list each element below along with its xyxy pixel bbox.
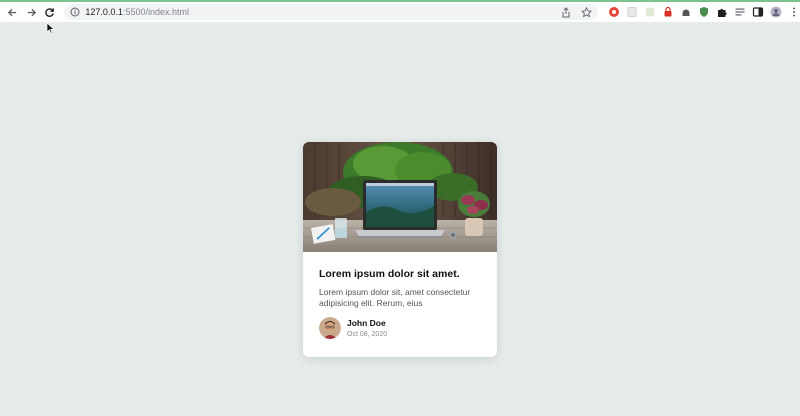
profile-avatar-icon[interactable] xyxy=(770,6,782,18)
side-panel-icon[interactable] xyxy=(752,6,764,18)
blog-card[interactable]: Lorem ipsum dolor sit amet. Lorem ipsum … xyxy=(303,142,497,357)
card-description: Lorem ipsum dolor sit, amet consectetur … xyxy=(319,287,471,308)
share-icon[interactable] xyxy=(560,5,572,19)
browser-toolbar: 127.0.0.1:5500/index.html xyxy=(0,0,800,22)
forward-arrow-icon[interactable] xyxy=(23,3,40,21)
card-image-laptop-on-desk xyxy=(303,142,497,252)
card-body: Lorem ipsum dolor sit amet. Lorem ipsum … xyxy=(303,252,497,339)
menu-dots-icon[interactable] xyxy=(788,6,800,18)
card-title[interactable]: Lorem ipsum dolor sit amet. xyxy=(319,268,481,280)
extension-green-icon[interactable] xyxy=(644,6,656,18)
extension-lock-icon[interactable] xyxy=(662,6,674,18)
extension-android-icon[interactable] xyxy=(680,6,692,18)
url-text: 127.0.0.1:5500/index.html xyxy=(85,7,189,17)
author-avatar xyxy=(319,317,341,339)
author-name: John Doe xyxy=(347,318,386,328)
url-host: 127.0.0.1 xyxy=(85,7,123,17)
post-date: Oct 08, 2020 xyxy=(347,331,388,338)
extension-red-icon[interactable] xyxy=(608,6,620,18)
bookmark-star-icon[interactable] xyxy=(580,5,592,19)
extensions-puzzle-icon[interactable] xyxy=(716,6,728,18)
url-path: :5500/index.html xyxy=(122,7,189,17)
back-arrow-icon[interactable] xyxy=(4,3,21,21)
mouse-cursor-icon xyxy=(46,22,55,34)
author-info: John Doe Oct 08, 2020 xyxy=(347,318,387,338)
extension-blank-icon[interactable] xyxy=(626,6,638,18)
reload-icon[interactable] xyxy=(42,3,59,21)
address-bar[interactable]: 127.0.0.1:5500/index.html xyxy=(64,4,599,20)
extension-list-icon[interactable] xyxy=(734,6,746,18)
author-block: John Doe Oct 08, 2020 xyxy=(319,317,481,339)
extension-shield-icon[interactable] xyxy=(698,6,710,18)
site-info-icon[interactable] xyxy=(68,5,82,19)
